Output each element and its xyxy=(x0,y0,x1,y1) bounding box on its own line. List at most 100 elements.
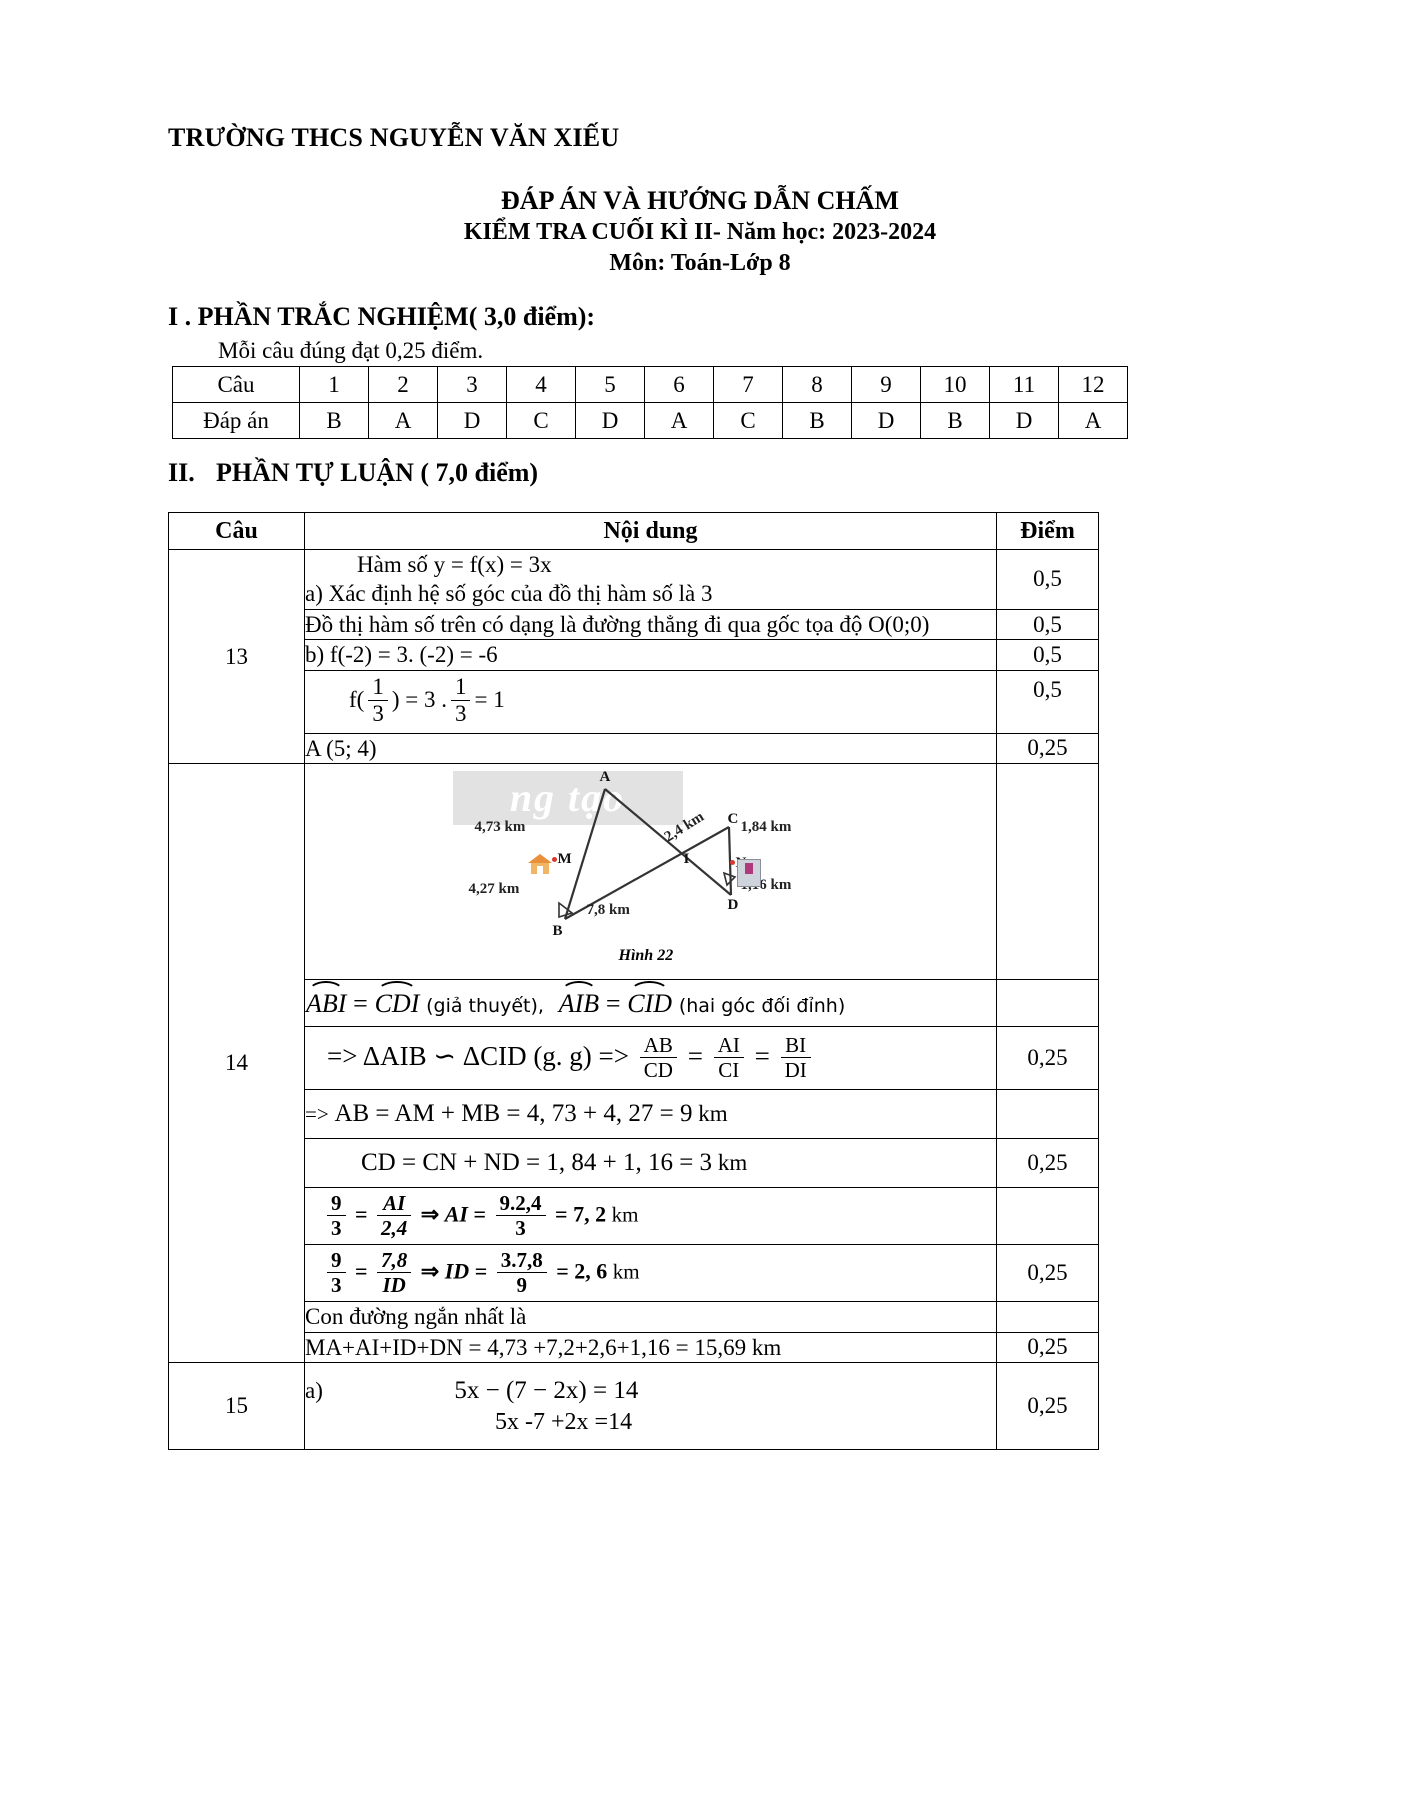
question-number-15: 15 xyxy=(168,1362,305,1451)
q13-line-b: b) f(-2) = 3. (-2) = -6 xyxy=(304,639,997,671)
implies-1: ⇒ xyxy=(420,1201,440,1227)
q15-label-a: a) xyxy=(305,1377,323,1403)
ratio-1-result: = 7, 2 xyxy=(555,1201,607,1227)
AB-unit: km xyxy=(698,1101,728,1127)
section-2-text: PHẦN TỰ LUẬN ( 7,0 điểm) xyxy=(216,458,539,487)
fraction-one-third-2: 13 xyxy=(450,674,471,727)
table-row: f(1 3) = 3 . 1 3 = 1 0,5 xyxy=(169,669,1099,734)
implies-2: ⇒ xyxy=(420,1258,440,1284)
CD-unit: km xyxy=(717,1150,748,1176)
fraction-AI-CI: AI CI xyxy=(713,1034,744,1081)
rubric-header-diem: Điểm xyxy=(996,512,1099,550)
ratio-2-result: = 2, 6 xyxy=(556,1258,608,1284)
question-number: 10 xyxy=(920,366,990,403)
equals-ratio-1: = xyxy=(355,1201,368,1227)
q14-score-4: 0,25 xyxy=(996,1331,1099,1364)
grading-rubric-table: Câu Nội dung Điểm 13 Hàm số y = f(x) = 3… xyxy=(168,512,1099,1451)
q13-fraction-expression: f(1 3) = 3 . 1 3 = 1 xyxy=(305,674,996,727)
q13-line-a: a) Xác định hệ số góc của đồ thị hàm số … xyxy=(305,581,713,607)
house-icon xyxy=(527,853,552,874)
answer-letter: D xyxy=(437,402,507,439)
fraction-numerator: 1 xyxy=(368,674,388,702)
answer-letter: B xyxy=(782,402,852,439)
q15-equation-line-2: 5x -7 +2x =14 xyxy=(305,1407,996,1438)
table-row: ABI = CDI (giả thuyết), AIB = CID (hai g… xyxy=(169,979,1099,1028)
fraction-denominator: 3 xyxy=(454,701,467,727)
similar-symbol: ∽ xyxy=(433,1040,456,1071)
section-1-note: Mỗi câu đúng đạt 0,25 điểm. xyxy=(218,338,484,363)
q14-score-3: 0,25 xyxy=(996,1244,1099,1303)
ratio-2-unit: km xyxy=(612,1259,640,1284)
fraction-AB-CD: AB CD xyxy=(639,1034,677,1081)
answer-letter: A xyxy=(1058,402,1128,439)
table-row: 93 = 7,8 ID ⇒ ID = 3.7,8 9 = 2, 6 km 0,25 xyxy=(169,1244,1099,1303)
q13-point-line: A (5; 4) xyxy=(304,732,997,765)
section-2-number: II. xyxy=(168,458,195,487)
fraction-9-3-b: 93 xyxy=(327,1249,346,1296)
figure-marker-dot-N xyxy=(729,859,735,865)
q14-shortest-calc: MA+AI+ID+DN = 4,73 +7,2+2,6+1,16 = 15,69… xyxy=(304,1331,997,1364)
equals-b: = xyxy=(754,1040,770,1071)
fraction-9-3: 93 xyxy=(327,1192,346,1239)
question-number: 4 xyxy=(506,366,576,403)
question-number: 7 xyxy=(713,366,783,403)
variable-ID: ID xyxy=(444,1258,470,1284)
ratio-ID-expression: 93 = 7,8 ID ⇒ ID = 3.7,8 9 = 2, 6 km xyxy=(305,1249,996,1297)
q14-figure-cell: ng tạo A B C D M I 4,73 km 4,27 km 7,8 k… xyxy=(304,763,997,981)
section-1-heading: I . PHẦN TRẮC NGHIỆM( 3,0 điểm): xyxy=(168,302,596,331)
table-row: 15 a) 5x − (7 − 2x) = 14 5x -7 +2x =14 0… xyxy=(168,1362,1099,1451)
q15-score-1: 0,25 xyxy=(996,1362,1099,1451)
q14-similarity-line: => ΔAIB ∽ ΔCID (g. g) => AB CD = AI CI = B… xyxy=(304,1026,997,1091)
table-row: => ΔAIB ∽ ΔCID (g. g) => AB CD = AI CI = B… xyxy=(169,1026,1099,1091)
q14-score-blank-5 xyxy=(996,1301,1099,1333)
comma-separator: , xyxy=(537,994,544,1017)
q15-part-a-content: a) 5x − (7 − 2x) = 14 5x -7 +2x =14 xyxy=(304,1362,997,1451)
q14-angle-equality-line: ABI = CDI (giả thuyết), AIB = CID (hai g… xyxy=(304,979,997,1028)
figure-point-B: B xyxy=(552,922,563,939)
rubric-header-cau: Câu xyxy=(168,512,305,550)
q13-frac-prefix: f( xyxy=(349,687,365,713)
q13-score-b1: 0,5 xyxy=(996,639,1099,671)
row-header-question: Câu xyxy=(172,366,300,403)
fraction-denominator: 3 xyxy=(372,701,384,727)
table-row: Con đường ngắn nhất là xyxy=(169,1301,1099,1333)
table-row: Đồ thị hàm số trên có dạng là đường thẳn… xyxy=(169,608,1099,641)
table-row: A (5; 4) 0,25 xyxy=(169,732,1099,765)
question-number-13: 13 xyxy=(168,548,305,765)
school-name: TRƯỜNG THCS NGUYỄN VĂN XIẾU xyxy=(168,123,620,152)
q14-shortest-label: Con đường ngắn nhất là xyxy=(304,1301,997,1333)
q14-AB-line: => AB = AM + MB = 4, 73 + 4, 27 = 9 km xyxy=(304,1089,997,1140)
table-row: 13 Hàm số y = f(x) = 3x a) Xác định hệ s… xyxy=(168,548,1099,765)
angle-AIB: AIB xyxy=(558,980,600,1018)
answer-letter: B xyxy=(299,402,369,439)
answer-letter: B xyxy=(920,402,990,439)
question-number: 3 xyxy=(437,366,507,403)
figure-point-C: C xyxy=(727,810,739,827)
figure-point-A: A xyxy=(599,768,611,785)
fraction-BI-DI: BI DI xyxy=(780,1034,811,1081)
equals-ratio-1b: = xyxy=(473,1201,487,1227)
fraction-numerator: 1 xyxy=(450,674,471,702)
figure-length-MB: 4,27 km xyxy=(468,880,520,897)
answer-letter: C xyxy=(506,402,576,439)
q14-score-1: 0,25 xyxy=(996,1026,1099,1091)
figure-length-BI: 7,8 km xyxy=(586,901,630,918)
AB-equation: AB = AM + MB = 4, 73 + 4, 27 = 9 xyxy=(334,1100,693,1128)
q13-frac-result: = 1 xyxy=(474,687,505,713)
q14-similarity-expression: => ΔAIB ∽ ΔCID (g. g) => AB CD = AI CI = B… xyxy=(305,1034,996,1082)
table-row: 14 ng tạo A B C D M I 4,73 km 4,27 km 7,… xyxy=(168,763,1099,1364)
question-number: 9 xyxy=(851,366,921,403)
figure-caption: Hình 22 xyxy=(618,946,674,964)
answer-letter: C xyxy=(713,402,783,439)
q15-equation-1: 5x − (7 − 2x) = 14 xyxy=(454,1376,639,1404)
implication-arrow: => xyxy=(305,1102,329,1127)
answer-letter: D xyxy=(851,402,921,439)
figure-length-CN: 1,84 km xyxy=(740,818,792,835)
rubric-header-row: Câu Nội dung Điểm xyxy=(168,512,1099,550)
rubric-header-noidung: Nội dung xyxy=(304,512,997,550)
angle-CID: CID xyxy=(626,980,673,1018)
q13-function-line: Hàm số y = f(x) = 3x xyxy=(357,552,552,577)
q14-score-blank-1 xyxy=(996,763,1099,981)
equals-sign-2: = xyxy=(605,988,621,1018)
table-row: 93 = AI 2,4 ⇒ AI = 9.2,4 3 = 7, 2 km xyxy=(169,1187,1099,1246)
